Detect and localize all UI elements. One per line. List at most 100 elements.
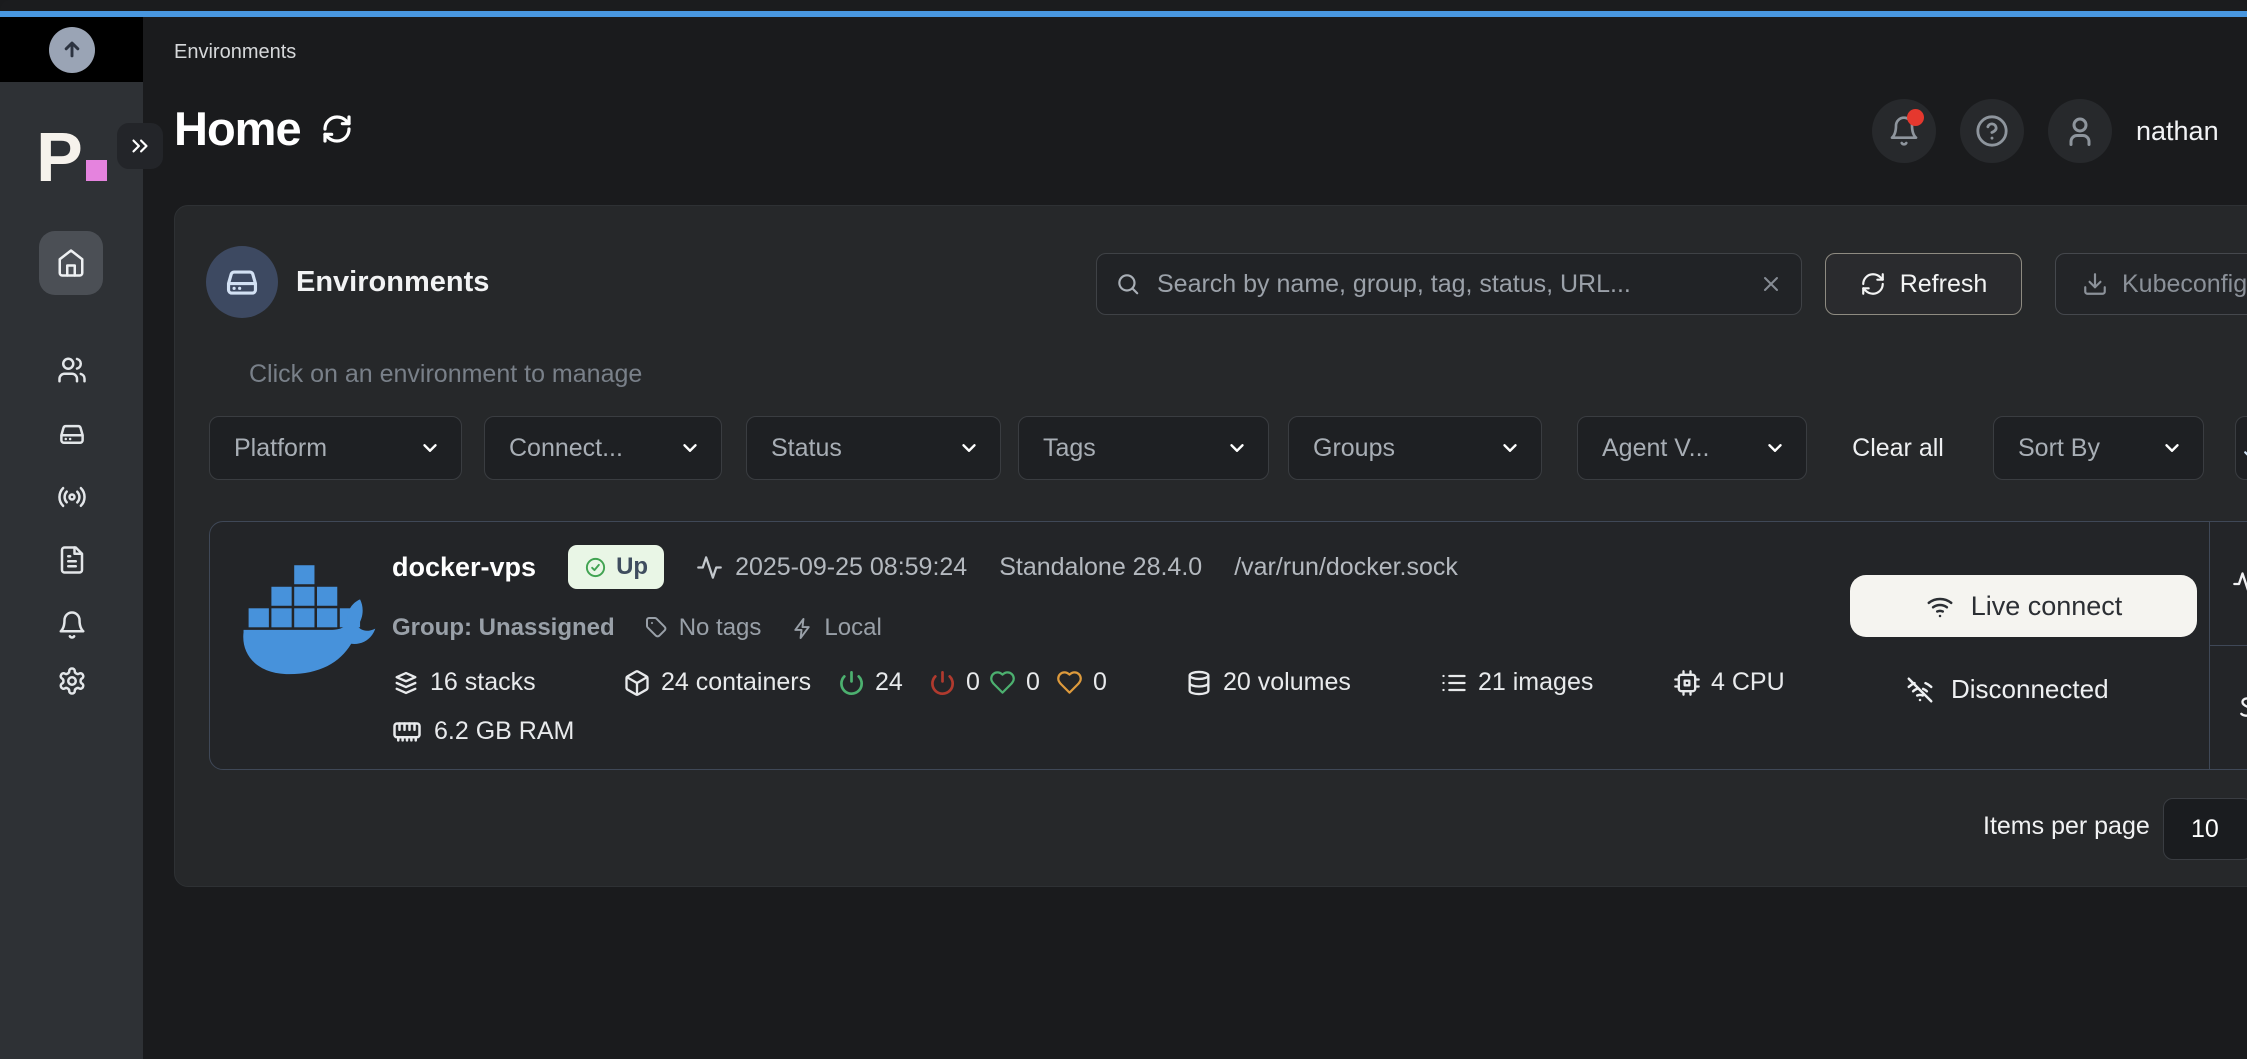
- environments-panel-icon-badge: [206, 246, 278, 318]
- stopped-count: 0: [966, 668, 980, 697]
- topbar-actions: nathan: [1872, 99, 2219, 163]
- status-label: Up: [616, 553, 648, 581]
- scroll-top-button[interactable]: [49, 27, 95, 73]
- sidebar-expand-button[interactable]: [117, 123, 163, 169]
- healthy-count: 0: [1026, 668, 1040, 697]
- memory-icon: [392, 716, 422, 746]
- refresh-button[interactable]: Refresh: [1825, 253, 2022, 315]
- wifi-icon: [1925, 591, 1955, 621]
- running-count: 24: [875, 668, 903, 697]
- clear-all-button[interactable]: Clear all: [1838, 416, 1958, 480]
- connection-type: Local: [791, 614, 881, 642]
- items-per-page-label: Items per page: [1983, 812, 2150, 841]
- images-label: 21 images: [1478, 668, 1593, 697]
- layers-icon: [392, 669, 420, 697]
- notifications-button[interactable]: [1872, 99, 1936, 163]
- help-button[interactable]: [1960, 99, 2024, 163]
- page-title-row: Home: [174, 101, 353, 156]
- environment-platform: Standalone 28.4.0: [999, 553, 1202, 582]
- pulse-icon: [696, 554, 723, 581]
- main-area: Environments Home nathan Environments: [143, 17, 2247, 1059]
- stat-healthy: 0: [989, 668, 1040, 697]
- cpu-label: 4 CPU: [1711, 668, 1785, 697]
- stat-volumes[interactable]: 20 volumes: [1185, 668, 1351, 697]
- panel-subtitle: Click on an environment to manage: [249, 360, 642, 389]
- sidebar-item-broadcast[interactable]: [0, 482, 143, 512]
- power-on-icon: [838, 669, 865, 696]
- browser-chrome-strip: [0, 0, 2247, 11]
- page-size-value: 10: [2191, 815, 2219, 844]
- filter-label: Tags: [1043, 434, 1096, 463]
- chevron-down-icon: [1226, 437, 1248, 459]
- sort-by-dropdown[interactable]: Sort By: [1993, 416, 2204, 480]
- stat-stacks[interactable]: 16 stacks: [392, 668, 536, 697]
- card-action-bottom[interactable]: [2210, 646, 2247, 769]
- environments-icon: [57, 419, 87, 449]
- filter-tags[interactable]: Tags: [1018, 416, 1269, 480]
- home-icon: [56, 248, 86, 278]
- unhealthy-count: 0: [1093, 668, 1107, 697]
- sort-by-label: Sort By: [2018, 434, 2100, 463]
- chevron-down-icon: [958, 437, 980, 459]
- download-icon: [2082, 271, 2108, 297]
- sidebar-item-logs[interactable]: [0, 545, 143, 575]
- stat-containers[interactable]: 24 containers: [623, 668, 811, 697]
- box-icon: [623, 669, 651, 697]
- kubeconfig-button[interactable]: Kubeconfig: [2055, 253, 2247, 315]
- logs-icon: [57, 545, 87, 575]
- heart-unhealthy-icon: [1056, 669, 1083, 696]
- heart-healthy-icon: [989, 669, 1016, 696]
- sidebar-item-home[interactable]: [39, 231, 103, 295]
- filter-agent-version[interactable]: Agent V...: [1577, 416, 1807, 480]
- ram-label: 6.2 GB RAM: [434, 717, 574, 746]
- live-connect-button[interactable]: Live connect: [1850, 575, 2197, 637]
- stat-cpu: 4 CPU: [1673, 668, 1785, 697]
- sort-direction-button[interactable]: [2235, 416, 2247, 480]
- sidebar-item-notifications[interactable]: [0, 610, 143, 640]
- username[interactable]: nathan: [2136, 116, 2219, 147]
- panel-title: Environments: [296, 266, 489, 299]
- stat-ram: 6.2 GB RAM: [392, 716, 574, 746]
- sidebar-item-settings[interactable]: [0, 666, 143, 696]
- environment-search: [1096, 253, 1802, 315]
- filter-status[interactable]: Status: [746, 416, 1001, 480]
- logo-pink-dot: [86, 160, 107, 181]
- user-menu-button[interactable]: [2048, 99, 2112, 163]
- page-title: Home: [174, 101, 301, 156]
- clear-search-icon[interactable]: [1759, 272, 1783, 296]
- portainer-home-screen: P Environments Home: [0, 0, 2247, 1059]
- stat-images[interactable]: 21 images: [1440, 668, 1593, 697]
- title-refresh-icon[interactable]: [321, 113, 353, 145]
- items-per-page-select[interactable]: 10: [2163, 798, 2247, 860]
- environment-header-row: docker-vps Up 2025-09-25 08:59:24 Standa…: [392, 545, 1458, 589]
- environment-name[interactable]: docker-vps: [392, 552, 536, 583]
- kubeconfig-label: Kubeconfig: [2122, 270, 2247, 299]
- environments-panel: Environments Refresh Kubeconfig Click on…: [174, 205, 2247, 887]
- filter-connection[interactable]: Connect...: [484, 416, 722, 480]
- stat-stopped: 0: [929, 668, 980, 697]
- filter-groups[interactable]: Groups: [1288, 416, 1542, 480]
- stats-action-icon: [2232, 694, 2247, 722]
- sidebar-item-environments[interactable]: [0, 419, 143, 449]
- wifi-off-icon: [1905, 675, 1935, 705]
- card-action-top[interactable]: [2210, 522, 2247, 646]
- sidebar-item-users[interactable]: [0, 355, 143, 385]
- filter-platform[interactable]: Platform: [209, 416, 462, 480]
- connection-type-label: Local: [824, 614, 881, 642]
- search-input[interactable]: [1155, 269, 1745, 300]
- heartbeat: 2025-09-25 08:59:24: [696, 553, 967, 582]
- chevron-down-icon: [679, 437, 701, 459]
- filter-label: Connect...: [509, 434, 623, 463]
- filter-label: Groups: [1313, 434, 1395, 463]
- power-off-icon: [929, 669, 956, 696]
- environment-url: /var/run/docker.sock: [1234, 553, 1458, 582]
- environment-card[interactable]: docker-vps Up 2025-09-25 08:59:24 Standa…: [209, 521, 2247, 770]
- list-icon: [1440, 669, 1468, 697]
- refresh-label: Refresh: [1900, 270, 1988, 299]
- containers-label: 24 containers: [661, 668, 811, 697]
- user-avatar-icon: [2062, 113, 2098, 149]
- breadcrumb[interactable]: Environments: [174, 41, 296, 64]
- refresh-icon: [1860, 271, 1886, 297]
- scroll-top-container: [0, 17, 143, 82]
- chevron-down-icon: [419, 437, 441, 459]
